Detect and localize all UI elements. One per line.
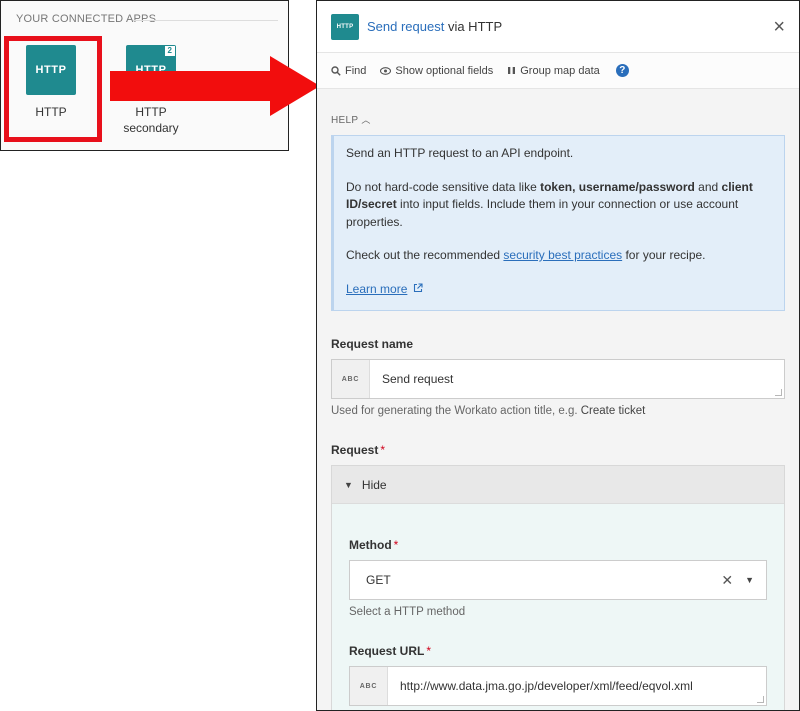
http-app-logo: HTTP xyxy=(331,13,359,40)
eye-icon xyxy=(380,66,392,75)
columns-icon xyxy=(508,67,516,74)
panel-header: HTTP Send request via HTTP × xyxy=(317,1,799,53)
external-link-icon xyxy=(413,282,423,292)
request-label: Request * xyxy=(331,443,386,457)
help-text: Send an HTTP request to an API endpoint. xyxy=(346,146,574,160)
clear-icon[interactable]: ✕ xyxy=(721,572,733,589)
caret-down-icon: ▼ xyxy=(344,479,353,490)
resize-handle[interactable] xyxy=(757,696,764,703)
method-select[interactable]: GET ✕ ▼ xyxy=(349,560,767,600)
request-url-label: Request URL * xyxy=(349,644,432,658)
learn-more-link[interactable]: Learn more xyxy=(346,282,407,296)
method-label: Method * xyxy=(349,538,399,552)
learn-more-row: Learn more xyxy=(346,281,770,299)
request-section: ▼ Hide Method * GET ✕ ▼ Select a HTTP met… xyxy=(331,465,785,710)
chevron-down-icon[interactable]: ▼ xyxy=(745,575,754,585)
panel-body: HELP ︿ Send an HTTP request to an API end… xyxy=(317,89,799,710)
arrow-right-icon xyxy=(110,56,320,116)
resize-handle[interactable] xyxy=(775,389,782,396)
help-text: Do not hard-code sensitive data like tok… xyxy=(346,179,753,229)
method-value: GET xyxy=(366,573,391,587)
help-text: Check out the recommended security best … xyxy=(346,248,706,262)
panel-title: Send request via HTTP xyxy=(367,19,503,34)
request-name-label: Request name xyxy=(331,337,414,351)
close-icon[interactable]: × xyxy=(773,17,785,37)
request-url-input[interactable]: ABC http://www.data.jma.go.jp/developer/… xyxy=(349,666,767,706)
find-button[interactable]: Find xyxy=(331,65,366,77)
security-best-practices-link[interactable]: security best practices xyxy=(503,248,622,262)
send-request-panel: HTTP Send request via HTTP × Find Show o… xyxy=(316,0,800,711)
search-icon xyxy=(331,65,341,76)
request-name-value[interactable]: Send request xyxy=(382,372,453,386)
help-toggle[interactable]: HELP ︿ xyxy=(331,89,785,126)
help-box: Send an HTTP request to an API endpoint.… xyxy=(331,135,785,311)
request-url-value[interactable]: http://www.data.jma.go.jp/developer/xml/… xyxy=(400,679,693,693)
show-optional-fields-button[interactable]: Show optional fields xyxy=(380,65,493,77)
field-type-badge: ABC xyxy=(332,360,370,398)
connection-count-badge: 2 xyxy=(165,46,175,56)
request-name-hint: Used for generating the Workato action t… xyxy=(331,405,646,417)
group-map-data-button[interactable]: Group map data xyxy=(507,65,600,77)
field-type-badge: ABC xyxy=(350,667,388,705)
request-name-input[interactable]: ABC Send request xyxy=(331,359,785,399)
hide-toggle[interactable]: ▼ Hide xyxy=(332,466,784,504)
heading-divider xyxy=(133,20,278,21)
method-hint: Select a HTTP method xyxy=(349,606,466,618)
action-name-link[interactable]: Send request xyxy=(367,19,444,34)
chevron-up-icon: ︿ xyxy=(361,115,371,125)
connected-apps-heading: YOUR CONNECTED APPS xyxy=(16,13,157,25)
toolbar: Find Show optional fields Group map data… xyxy=(317,53,799,89)
highlight-box xyxy=(4,36,102,142)
help-icon[interactable]: ? xyxy=(615,64,629,77)
